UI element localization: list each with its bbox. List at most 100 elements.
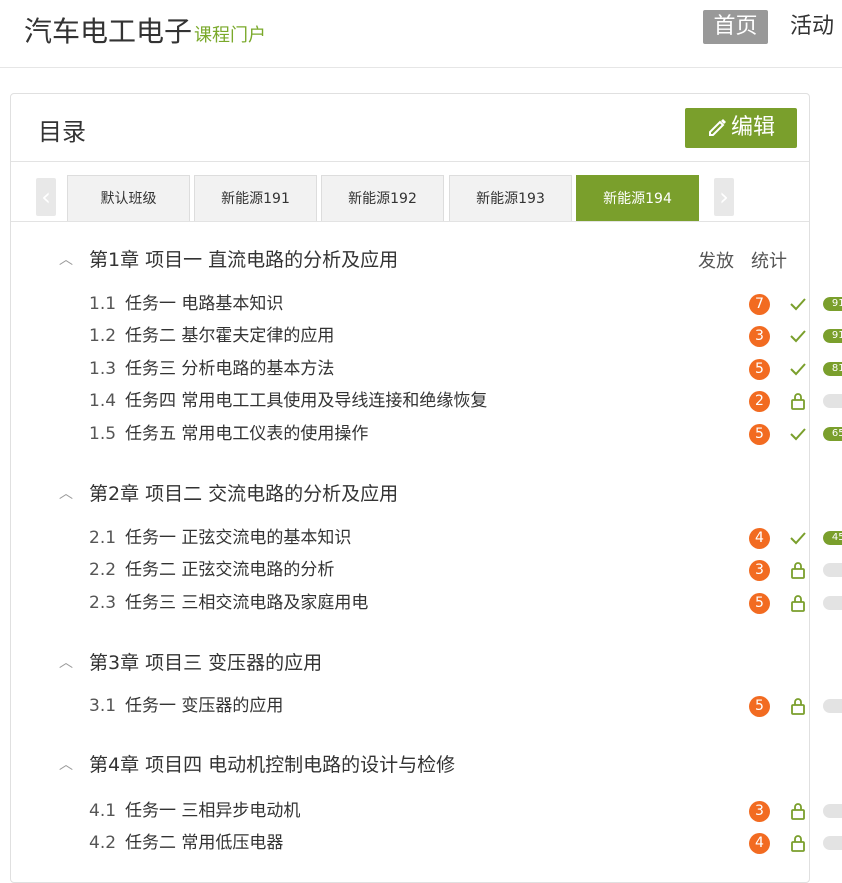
progress-bar[interactable]: 91% xyxy=(823,297,842,311)
lock-icon[interactable] xyxy=(789,560,807,580)
lesson-title[interactable]: 任务五 常用电工仪表的使用操作 xyxy=(125,424,368,444)
tabs-prev-arrow[interactable]: ‹ xyxy=(36,178,56,216)
progress-bar[interactable]: 91% xyxy=(823,329,842,343)
class-tab[interactable]: 新能源192 xyxy=(321,175,444,222)
lesson-row[interactable]: 1.3 任务三 分析电路的基本方法 5 81% xyxy=(89,356,842,382)
progress-percent: 81% xyxy=(831,363,842,374)
task-count-badge: 5 xyxy=(749,359,770,380)
lock-icon[interactable] xyxy=(789,833,807,853)
progress-bar[interactable] xyxy=(823,836,842,850)
lesson-title[interactable]: 任务二 常用低压电器 xyxy=(125,833,283,853)
progress-percent xyxy=(823,836,842,850)
progress-percent: 45% xyxy=(831,532,842,543)
check-icon[interactable] xyxy=(789,326,807,346)
catalog-panel: 目录 编辑 ‹ 默认班级 新能源191 新能源192 新能源193 新能源194 › 发… xyxy=(10,93,842,883)
lesson-row[interactable]: 3.1 任务一 变压器的应用 5 xyxy=(89,693,842,719)
chevron-up-icon[interactable]: ︿ xyxy=(59,245,75,275)
lesson-title[interactable]: 任务一 三相异步电动机 xyxy=(125,801,300,821)
lock-icon[interactable] xyxy=(789,801,807,821)
progress-percent: 91% xyxy=(831,298,842,309)
lock-icon[interactable] xyxy=(789,391,807,411)
task-count-badge: 4 xyxy=(749,528,770,549)
progress-bar[interactable] xyxy=(823,804,842,818)
progress-bar[interactable]: 65% xyxy=(823,427,842,441)
progress-bar[interactable]: 81% xyxy=(823,362,842,376)
lesson-number: 1.2 xyxy=(89,326,117,346)
check-icon[interactable] xyxy=(789,359,807,379)
top-bar: 汽车电工电子 课程门户 首页 活动 xyxy=(0,0,842,68)
class-tab[interactable]: 默认班级 xyxy=(67,175,190,222)
lesson-title[interactable]: 任务四 常用电工工具使用及导线连接和绝缘恢复 xyxy=(125,391,487,411)
task-count-badge: 3 xyxy=(749,560,770,581)
class-tab[interactable]: 新能源194 xyxy=(576,175,699,222)
lock-icon[interactable] xyxy=(789,593,807,613)
progress-percent xyxy=(823,699,842,713)
tabs-next-arrow[interactable]: › xyxy=(714,178,734,216)
lesson-row[interactable]: 4.2 任务二 常用低压电器 4 xyxy=(89,830,842,856)
panel-title: 目录 xyxy=(38,118,86,146)
course-title: 汽车电工电子 课程门户 xyxy=(24,10,266,50)
chapter-heading[interactable]: ︿ 第2章 项目二 交流电路的分析及应用 xyxy=(59,479,398,509)
class-tab[interactable]: 新能源191 xyxy=(194,175,317,222)
lesson-title[interactable]: 任务一 电路基本知识 xyxy=(125,294,283,314)
lesson-title[interactable]: 任务三 三相交流电路及家庭用电 xyxy=(125,593,368,613)
task-count-badge: 7 xyxy=(749,294,770,315)
chevron-up-icon[interactable]: ︿ xyxy=(59,750,75,780)
progress-bar[interactable] xyxy=(823,596,842,610)
course-portal-label: 课程门户 xyxy=(194,25,267,46)
lesson-number: 4.1 xyxy=(89,801,117,821)
task-count-badge: 4 xyxy=(749,833,770,854)
lesson-number: 1.5 xyxy=(89,424,117,444)
progress-percent xyxy=(823,804,842,818)
lesson-number: 4.2 xyxy=(89,833,117,853)
lesson-row[interactable]: 1.2 任务二 基尔霍夫定律的应用 3 91% xyxy=(89,323,842,349)
chapter-heading[interactable]: ︿ 第3章 项目三 变压器的应用 xyxy=(59,648,322,678)
lesson-row[interactable]: 2.2 任务二 正弦交流电路的分析 3 xyxy=(89,557,842,583)
chevron-up-icon[interactable]: ︿ xyxy=(59,479,75,509)
lesson-number: 2.3 xyxy=(89,593,117,613)
progress-bar[interactable] xyxy=(823,394,842,408)
class-tab[interactable]: 新能源193 xyxy=(449,175,572,222)
edit-button[interactable]: 编辑 xyxy=(685,108,797,148)
progress-bar[interactable]: 45% xyxy=(823,531,842,545)
lesson-row[interactable]: 1.5 任务五 常用电工仪表的使用操作 5 65% xyxy=(89,421,842,447)
lesson-title[interactable]: 任务二 基尔霍夫定律的应用 xyxy=(125,326,334,346)
pencil-icon xyxy=(708,119,726,136)
lesson-title[interactable]: 任务一 正弦交流电的基本知识 xyxy=(125,528,351,548)
lesson-title[interactable]: 任务二 正弦交流电路的分析 xyxy=(125,560,334,580)
nav-home[interactable]: 首页 xyxy=(703,10,768,44)
course-name: 汽车电工电子 xyxy=(24,15,193,48)
lesson-number: 1.1 xyxy=(89,294,117,314)
lock-icon[interactable] xyxy=(789,696,807,716)
check-icon[interactable] xyxy=(789,424,807,444)
chapter-heading[interactable]: ︿ 第4章 项目四 电动机控制电路的设计与检修 xyxy=(59,750,455,780)
chapter-title: 第1章 项目一 直流电路的分析及应用 xyxy=(89,249,399,271)
chapter-title: 第3章 项目三 变压器的应用 xyxy=(89,652,323,674)
nav-activity[interactable]: 活动 xyxy=(790,10,834,44)
lesson-number: 1.4 xyxy=(89,391,117,411)
progress-percent: 65% xyxy=(831,428,842,439)
tabs-underline xyxy=(11,221,809,222)
lesson-number: 3.1 xyxy=(89,696,117,716)
check-icon[interactable] xyxy=(789,528,807,548)
lesson-row[interactable]: 1.1 任务一 电路基本知识 7 91% xyxy=(89,291,842,317)
lesson-row[interactable]: 1.4 任务四 常用电工工具使用及导线连接和绝缘恢复 2 xyxy=(89,388,842,414)
chevron-up-icon[interactable]: ︿ xyxy=(59,648,75,678)
lesson-title[interactable]: 任务一 变压器的应用 xyxy=(125,696,283,716)
chapter-title: 第4章 项目四 电动机控制电路的设计与检修 xyxy=(89,754,456,776)
check-icon[interactable] xyxy=(789,294,807,314)
divider xyxy=(11,161,809,162)
chapter-heading[interactable]: ︿ 第1章 项目一 直流电路的分析及应用 xyxy=(59,245,398,275)
task-count-badge: 5 xyxy=(749,593,770,614)
lesson-number: 2.2 xyxy=(89,560,117,580)
progress-percent xyxy=(823,394,842,408)
lesson-row[interactable]: 2.3 任务三 三相交流电路及家庭用电 5 xyxy=(89,590,842,616)
lesson-row[interactable]: 4.1 任务一 三相异步电动机 3 xyxy=(89,798,842,824)
progress-bar[interactable] xyxy=(823,563,842,577)
progress-percent xyxy=(823,596,842,610)
lesson-title[interactable]: 任务三 分析电路的基本方法 xyxy=(125,359,334,379)
edit-label: 编辑 xyxy=(730,115,775,140)
progress-bar[interactable] xyxy=(823,699,842,713)
lesson-row[interactable]: 2.1 任务一 正弦交流电的基本知识 4 45% xyxy=(89,525,842,551)
task-count-badge: 2 xyxy=(749,391,770,412)
